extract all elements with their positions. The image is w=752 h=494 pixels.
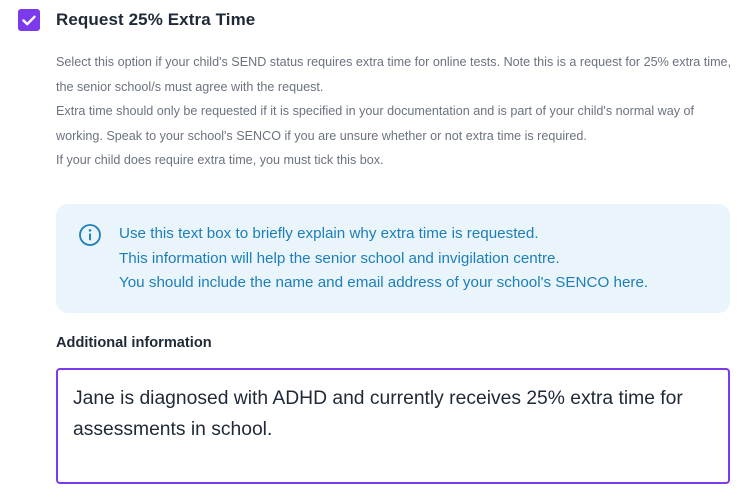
info-icon [79, 224, 101, 246]
additional-information-label: Additional information [56, 335, 212, 351]
info-line: You should include the name and email ad… [119, 274, 649, 291]
info-callout-text: Use this text box to briefly explain why… [119, 222, 648, 296]
info-line: Use this text box to briefly explain why… [119, 225, 539, 242]
description-paragraph: If your child does require extra time, y… [56, 153, 384, 167]
checkmark-icon [22, 15, 36, 25]
description-paragraph: Select this option if your child's SEND … [56, 55, 732, 94]
description-paragraph: Extra time should only be requested if i… [56, 104, 695, 143]
extra-time-description: Select this option if your child's SEND … [56, 50, 736, 173]
extra-time-option[interactable]: Request 25% Extra Time [18, 9, 255, 31]
additional-information-textarea[interactable]: Jane is diagnosed with ADHD and currentl… [56, 368, 730, 484]
extra-time-label[interactable]: Request 25% Extra Time [56, 10, 255, 30]
info-callout: Use this text box to briefly explain why… [56, 204, 730, 313]
extra-time-checkbox[interactable] [18, 9, 40, 31]
info-line: This information will help the senior sc… [119, 249, 560, 267]
